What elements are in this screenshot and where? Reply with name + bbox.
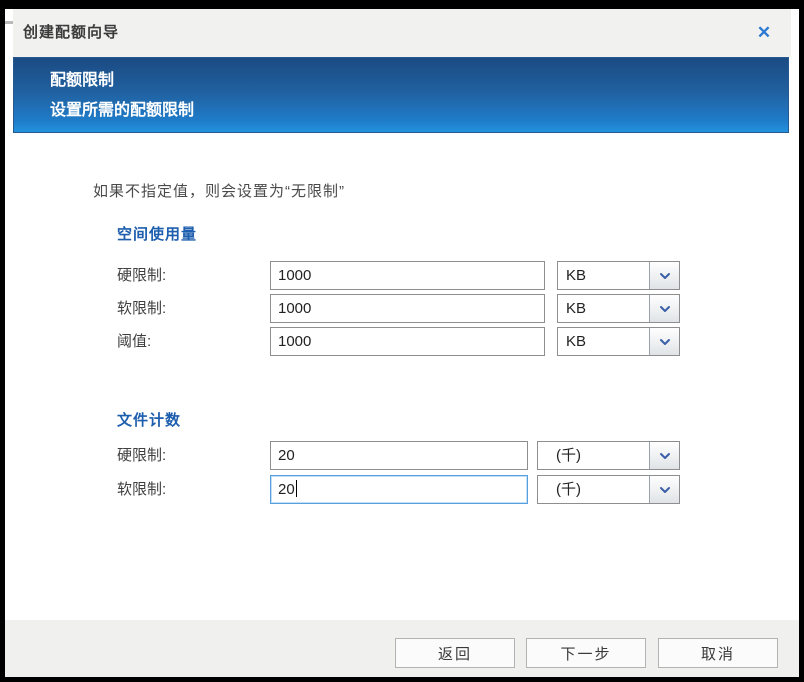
input-value: 20 xyxy=(278,447,295,464)
instruction-text: 如果不指定值，则会设置为“无限制” xyxy=(93,180,345,201)
close-icon[interactable]: ✕ xyxy=(751,20,777,46)
file-soft-limit-row: 软限制: 20 (千) xyxy=(5,475,799,504)
cancel-button[interactable]: 取消 xyxy=(658,638,778,668)
space-soft-limit-unit-select[interactable]: KB xyxy=(557,294,680,323)
input-value: 1000 xyxy=(278,300,311,317)
dialog-title-bar: 创建配额向导 ✕ xyxy=(13,9,791,57)
space-threshold-input[interactable]: 1000 xyxy=(270,327,545,356)
space-threshold-unit-select[interactable]: KB xyxy=(557,327,680,356)
background-artifact xyxy=(5,21,13,24)
next-button[interactable]: 下一步 xyxy=(526,638,646,668)
file-hard-limit-input[interactable]: 20 xyxy=(270,441,528,470)
input-value: 1000 xyxy=(278,267,311,284)
selected-unit: (千) xyxy=(556,476,581,503)
step-subheading: 设置所需的配额限制 xyxy=(14,96,788,126)
field-label: 阈值: xyxy=(117,327,151,356)
screenshot-frame: 创建配额向导 ✕ 配额限制 设置所需的配额限制 如果不指定值，则会设置为“无限制… xyxy=(0,0,804,682)
step-heading: 配额限制 xyxy=(14,58,788,96)
chevron-down-icon[interactable] xyxy=(649,442,679,469)
file-hard-limit-unit-select[interactable]: (千) xyxy=(537,441,680,470)
chevron-down-icon[interactable] xyxy=(649,476,679,503)
selected-unit: KB xyxy=(566,262,586,289)
chevron-down-icon[interactable] xyxy=(649,328,679,355)
field-label: 硬限制: xyxy=(117,441,166,470)
input-value: 1000 xyxy=(278,333,311,350)
field-label: 软限制: xyxy=(117,475,166,504)
chevron-down-icon[interactable] xyxy=(649,295,679,322)
space-soft-limit-input[interactable]: 1000 xyxy=(270,294,545,323)
wizard-step-banner: 配额限制 设置所需的配额限制 xyxy=(13,57,789,133)
selected-unit: KB xyxy=(566,295,586,322)
input-value: 20 xyxy=(278,481,295,498)
file-soft-limit-unit-select[interactable]: (千) xyxy=(537,475,680,504)
space-threshold-row: 阈值: 1000 KB xyxy=(5,327,799,356)
dialog-footer: 返回 下一步 取消 xyxy=(5,620,799,677)
space-hard-limit-input[interactable]: 1000 xyxy=(270,261,545,290)
space-hard-limit-row: 硬限制: 1000 KB xyxy=(5,261,799,290)
selected-unit: (千) xyxy=(556,442,581,469)
back-button[interactable]: 返回 xyxy=(395,638,515,668)
create-quota-wizard-dialog: 创建配额向导 ✕ 配额限制 设置所需的配额限制 如果不指定值，则会设置为“无限制… xyxy=(5,9,799,677)
text-cursor xyxy=(296,480,297,497)
file-hard-limit-row: 硬限制: 20 (千) xyxy=(5,441,799,470)
section-title-file-count: 文件计数 xyxy=(117,409,181,430)
space-hard-limit-unit-select[interactable]: KB xyxy=(557,261,680,290)
file-soft-limit-input[interactable]: 20 xyxy=(270,475,528,504)
field-label: 软限制: xyxy=(117,294,166,323)
section-title-space-usage: 空间使用量 xyxy=(117,223,197,244)
space-soft-limit-row: 软限制: 1000 KB xyxy=(5,294,799,323)
selected-unit: KB xyxy=(566,328,586,355)
dialog-title: 创建配额向导 xyxy=(23,9,119,57)
field-label: 硬限制: xyxy=(117,261,166,290)
chevron-down-icon[interactable] xyxy=(649,262,679,289)
